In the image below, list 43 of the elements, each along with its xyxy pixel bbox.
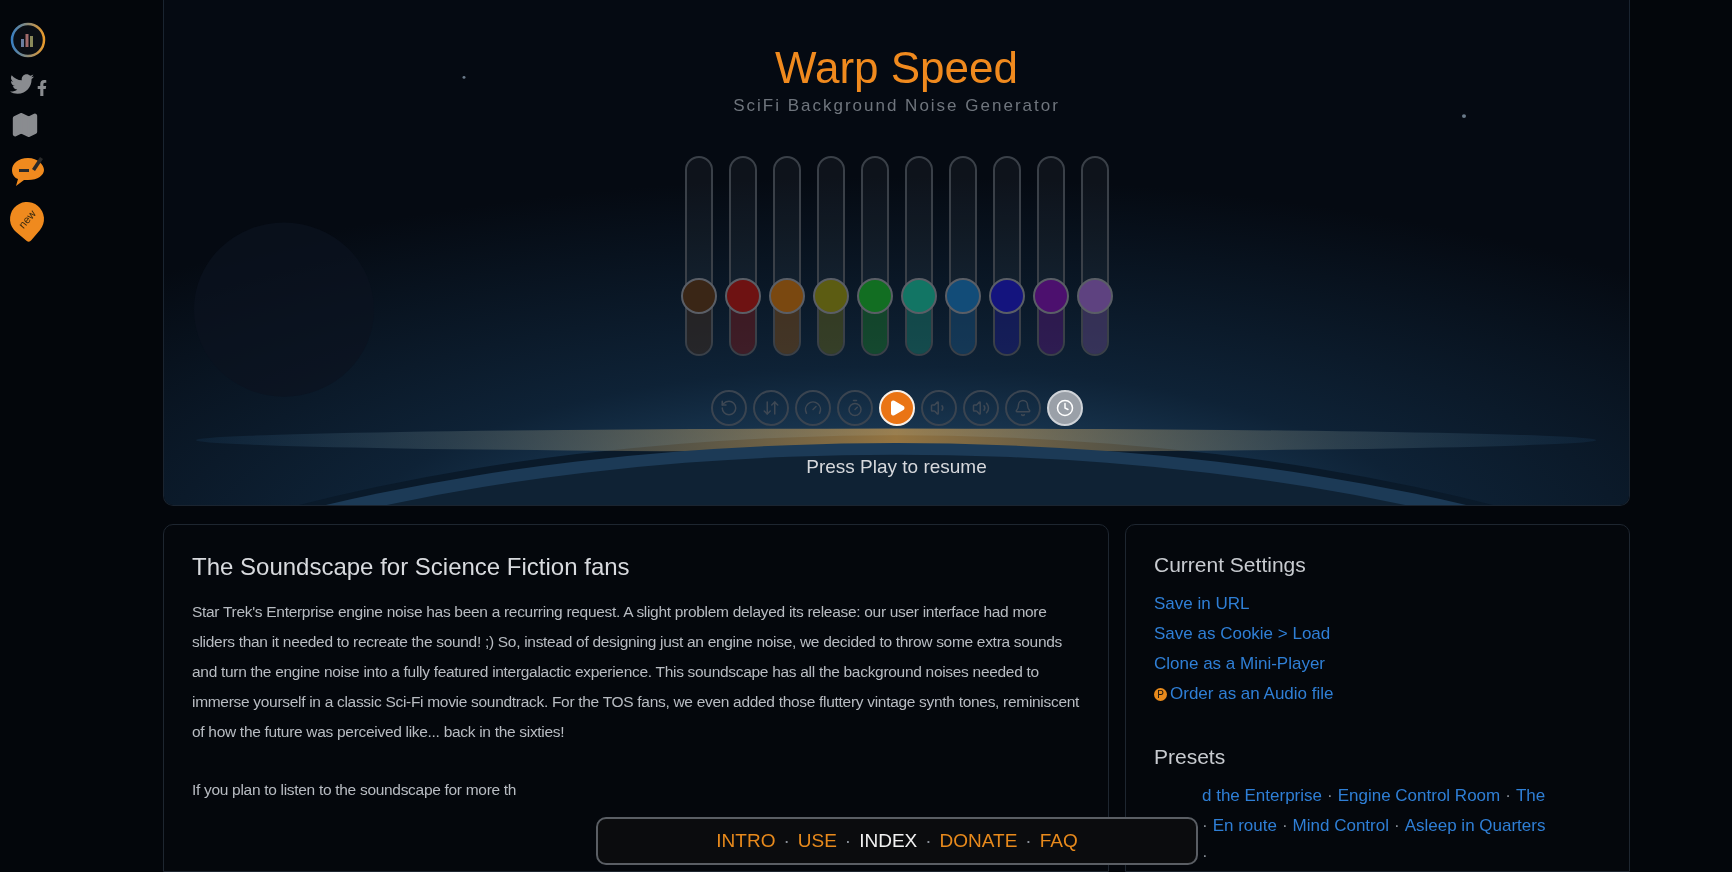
separator-dot: · bbox=[1202, 815, 1208, 837]
preset-link[interactable]: Engine Control Room bbox=[1337, 781, 1501, 811]
app-title: Warp Speed bbox=[775, 44, 1018, 93]
separator-dot: · bbox=[1281, 815, 1288, 837]
settings-link[interactable]: Save as Cookie > Load bbox=[1154, 619, 1601, 649]
preset-link[interactable]: The bbox=[1515, 781, 1546, 811]
separator-dot: · bbox=[1394, 815, 1400, 837]
clock-icon bbox=[1055, 399, 1074, 418]
article-title: The Soundscape for Science Fiction fans bbox=[192, 553, 631, 581]
nav-link[interactable]: FAQ bbox=[1039, 830, 1078, 852]
preset-link[interactable]: d the Enterprise bbox=[1202, 781, 1322, 811]
equalizer-icon[interactable] bbox=[10, 22, 46, 58]
settings-link[interactable]: P Order as an Audio file bbox=[1154, 679, 1601, 709]
separator-dot: · bbox=[1327, 785, 1333, 807]
separator-dot: · bbox=[1202, 845, 1208, 867]
settings-link[interactable]: Save in URL bbox=[1154, 589, 1601, 619]
nav-link[interactable]: DONATE bbox=[939, 830, 1018, 852]
premium-badge: P bbox=[1154, 687, 1167, 701]
settings-link[interactable]: Clone as a Mini-Player bbox=[1154, 649, 1601, 679]
nav-link[interactable]: USE bbox=[797, 830, 837, 852]
separator-dot: · bbox=[844, 830, 852, 852]
settings-title: Current Settings bbox=[1154, 553, 1307, 577]
separator-dot: · bbox=[925, 830, 932, 852]
status-text: Press Play to resume bbox=[806, 456, 987, 479]
bell-icon bbox=[1013, 399, 1032, 418]
comment-pen-icon[interactable] bbox=[10, 154, 46, 188]
map-icon[interactable] bbox=[10, 110, 40, 140]
article-paragraph: If you plan to listen to the soundscape for more th bbox=[192, 780, 518, 800]
separator-dot: · bbox=[783, 830, 790, 852]
nav-link[interactable]: INTRO bbox=[716, 830, 776, 852]
preset-link[interactable]: En route bbox=[1212, 811, 1277, 841]
presets-title: Presets bbox=[1154, 745, 1227, 769]
preset-link[interactable]: Asleep in Quarters bbox=[1404, 811, 1546, 841]
volume-high-icon bbox=[971, 399, 990, 418]
separator-dot: · bbox=[1505, 785, 1511, 807]
sort-icon bbox=[761, 399, 780, 418]
article-paragraph: Star Trek's Enterprise engine noise has been a recurring request. A slight problem delayed its release: our user interface had more sliders than it needed to recreate the sound! ;) So, instead of designing just an engine noise, we decided to throw some extra sounds and turn the engine noise into a fully featured intergalactic experience. This soundscape has all the background noises needed to immerse yourself in a classic Sci-Fi movie soundtrack. For the TOS fans, we even added those fluttery vintage synth tones, reminiscent of how the future was perceived like... back in the sixties! bbox=[192, 602, 1080, 742]
nav-link[interactable]: INDEX bbox=[859, 830, 918, 852]
preset-link[interactable]: Mind Control bbox=[1292, 811, 1389, 841]
reset-icon bbox=[719, 399, 738, 418]
stopwatch-icon bbox=[845, 399, 864, 418]
app-subtitle: SciFi Background Noise Generator bbox=[733, 96, 1060, 117]
separator-dot: · bbox=[1025, 830, 1032, 852]
